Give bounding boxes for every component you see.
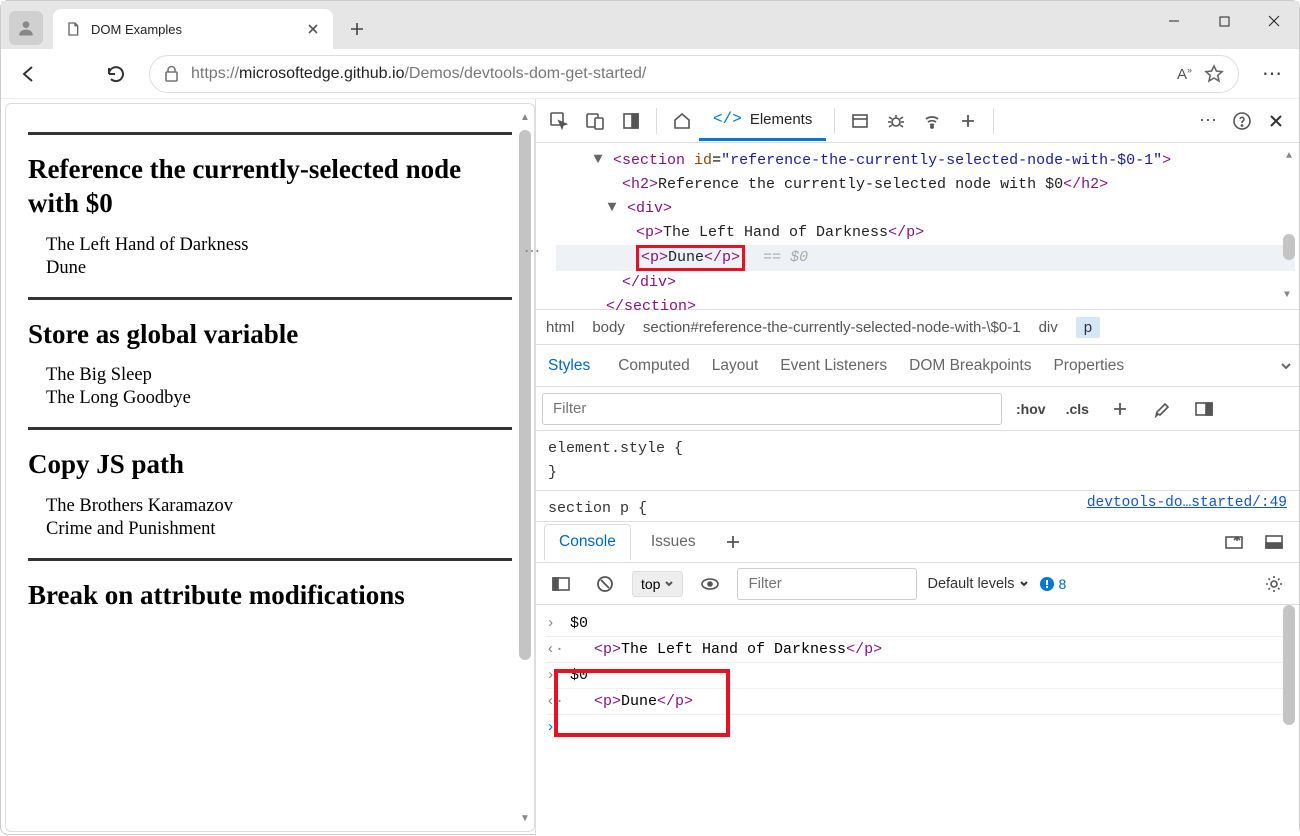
list-item: Crime and Punishment: [46, 519, 512, 540]
dom-scrollbar[interactable]: [1283, 234, 1295, 260]
console-toolbar: top Default levels 8: [536, 563, 1299, 605]
read-aloud-icon[interactable]: A»: [1177, 65, 1192, 83]
new-tab-button[interactable]: [341, 13, 373, 45]
context-select[interactable]: top: [632, 571, 683, 597]
section-heading: Break on attribute modifications: [28, 579, 512, 613]
arrow-down-icon[interactable]: ▼: [1284, 290, 1290, 301]
section-heading: Copy JS path: [28, 448, 512, 482]
help-icon[interactable]: [1225, 104, 1259, 138]
page-content[interactable]: Reference the currently-selected node wi…: [6, 104, 534, 831]
section-heading: Store as global variable: [28, 318, 512, 352]
tab-issues[interactable]: Issues: [637, 525, 710, 559]
arrow-up-icon[interactable]: ▲: [1283, 151, 1295, 162]
drawer-expand-icon[interactable]: [1217, 525, 1251, 559]
minimize-button[interactable]: [1149, 1, 1199, 41]
app-icon[interactable]: [843, 104, 877, 138]
hov-toggle[interactable]: :hov: [1010, 401, 1052, 417]
home-icon[interactable]: [665, 104, 699, 138]
favorite-icon[interactable]: [1204, 64, 1224, 84]
issues-badge[interactable]: 8: [1039, 576, 1067, 592]
page-icon: [65, 21, 81, 37]
close-devtools-icon[interactable]: [1259, 104, 1293, 138]
back-button[interactable]: [9, 55, 47, 93]
bug-icon[interactable]: [879, 104, 913, 138]
styles-rules[interactable]: section p { devtools-do…started/:49: [536, 491, 1299, 521]
add-drawer-tab-icon[interactable]: [716, 525, 750, 559]
styles-subtabs: Styles Computed Layout Event Listeners D…: [536, 345, 1299, 387]
list-item: The Brothers Karamazov: [46, 496, 512, 517]
sidebar-toggle-icon[interactable]: [544, 567, 578, 601]
return-icon: ‹·: [546, 641, 560, 658]
elements-icon: </>: [713, 110, 742, 128]
console-output[interactable]: ›$0 ‹·<p>The Left Hand of Darkness</p> ›…: [536, 605, 1299, 836]
tab-properties[interactable]: Properties: [1053, 357, 1124, 375]
window-controls: [1149, 1, 1299, 41]
tab-layout[interactable]: Layout: [712, 357, 759, 375]
console-filter-input[interactable]: [737, 568, 917, 600]
tab-elements[interactable]: </> Elements: [699, 101, 826, 141]
add-tab-icon[interactable]: [951, 104, 985, 138]
device-toggle-icon[interactable]: [578, 104, 612, 138]
source-link[interactable]: devtools-do…started/:49: [1087, 495, 1287, 511]
forward-button[interactable]: [53, 55, 91, 93]
devtools-panel: </> Elements ⋯ ⋯ ▼ <section id="referenc…: [535, 99, 1299, 836]
tab-console[interactable]: Console: [544, 524, 631, 561]
console-scrollbar[interactable]: [1283, 605, 1295, 725]
dom-selected-node: <p>Dune</p> == $0: [556, 245, 1295, 271]
section-heading: Reference the currently-selected node wi…: [28, 153, 512, 221]
tab-computed[interactable]: Computed: [618, 357, 690, 375]
close-button[interactable]: [1249, 1, 1299, 41]
more-icon[interactable]: ⋯: [1191, 104, 1225, 138]
cls-toggle[interactable]: .cls: [1060, 401, 1095, 417]
chevron-down-icon[interactable]: [1279, 359, 1293, 373]
maximize-button[interactable]: [1199, 1, 1249, 41]
styles-filter-input[interactable]: [542, 393, 1002, 425]
address-bar[interactable]: https://microsoftedge.github.io/Demos/de…: [149, 55, 1239, 93]
titlebar: DOM Examples: [1, 1, 1299, 49]
panel-toggle-icon[interactable]: [1187, 392, 1221, 426]
page-scrollbar[interactable]: ▲ ▼: [518, 110, 532, 825]
gutter-more-icon[interactable]: ⋯: [524, 241, 541, 261]
devtools-toolbar: </> Elements ⋯: [536, 99, 1299, 143]
clear-console-icon[interactable]: [588, 567, 622, 601]
tab-styles[interactable]: Styles: [542, 349, 596, 383]
lock-icon: [164, 65, 179, 82]
network-icon[interactable]: [915, 104, 949, 138]
menu-button[interactable]: ⋯: [1253, 55, 1291, 93]
tab-close-icon[interactable]: [305, 21, 321, 37]
chevron-right-icon: ›: [546, 615, 560, 632]
new-style-icon[interactable]: [1103, 392, 1137, 426]
refresh-button[interactable]: [97, 55, 135, 93]
tab-event-listeners[interactable]: Event Listeners: [780, 357, 887, 375]
page-viewport: Reference the currently-selected node wi…: [5, 103, 535, 832]
list-item: The Left Hand of Darkness: [46, 235, 512, 256]
live-expr-icon[interactable]: [693, 567, 727, 601]
brush-icon[interactable]: [1145, 392, 1179, 426]
dom-tree[interactable]: ⋯ ▼ <section id="reference-the-currently…: [536, 143, 1299, 309]
settings-icon[interactable]: [1257, 567, 1291, 601]
tab-dom-breakpoints[interactable]: DOM Breakpoints: [909, 357, 1031, 375]
tab-title: DOM Examples: [91, 22, 295, 37]
styles-toolbar: :hov .cls: [536, 387, 1299, 431]
url-text: https://microsoftedge.github.io/Demos/de…: [191, 65, 1165, 83]
log-levels[interactable]: Default levels: [927, 576, 1028, 592]
dock-icon[interactable]: [614, 104, 648, 138]
breadcrumb-selected[interactable]: p: [1076, 317, 1100, 338]
inspect-element-icon[interactable]: [542, 104, 576, 138]
browser-toolbar: https://microsoftedge.github.io/Demos/de…: [1, 49, 1299, 99]
drawer-tabs: Console Issues: [536, 521, 1299, 563]
profile-button[interactable]: [9, 11, 43, 45]
list-item: Dune: [46, 258, 512, 279]
highlight-box: [554, 669, 730, 737]
list-item: The Big Sleep: [46, 365, 512, 386]
styles-rules[interactable]: element.style { }: [536, 431, 1299, 491]
browser-tab[interactable]: DOM Examples: [53, 9, 333, 49]
list-item: The Long Goodbye: [46, 388, 512, 409]
